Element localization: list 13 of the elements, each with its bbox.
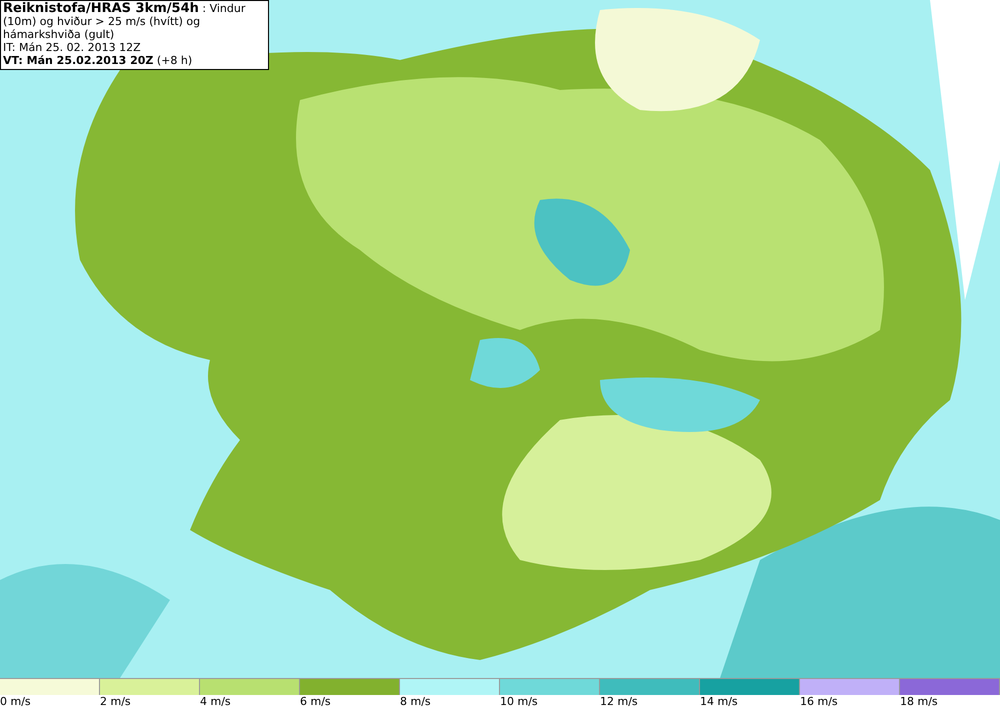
valid-time: VT: Mán 25.02.2013 20Z (+8 h)	[3, 54, 194, 67]
initial-time: IT: Mán 25. 02. 2013 12Z	[3, 41, 142, 54]
legend-label: 14 m/s	[700, 695, 739, 709]
legend-label: 4 m/s	[200, 695, 232, 709]
legend-label: 18 m/s	[900, 695, 939, 709]
legend-label: 8 m/s	[400, 695, 432, 709]
legend-label: 16 m/s	[800, 695, 839, 709]
legend-label: 0 m/s	[0, 695, 32, 709]
legend-label: 2 m/s	[100, 695, 132, 709]
chart-title: Reiknistofa/HRAS 3km/54h : Vindur (10m) og hviður > 25 m/s (hvítt) og hámarkshviða (gult)	[3, 2, 246, 41]
legend-label: 6 m/s	[300, 695, 332, 709]
legend-label: 10 m/s	[500, 695, 539, 709]
legend-label: 12 m/s	[600, 695, 639, 709]
